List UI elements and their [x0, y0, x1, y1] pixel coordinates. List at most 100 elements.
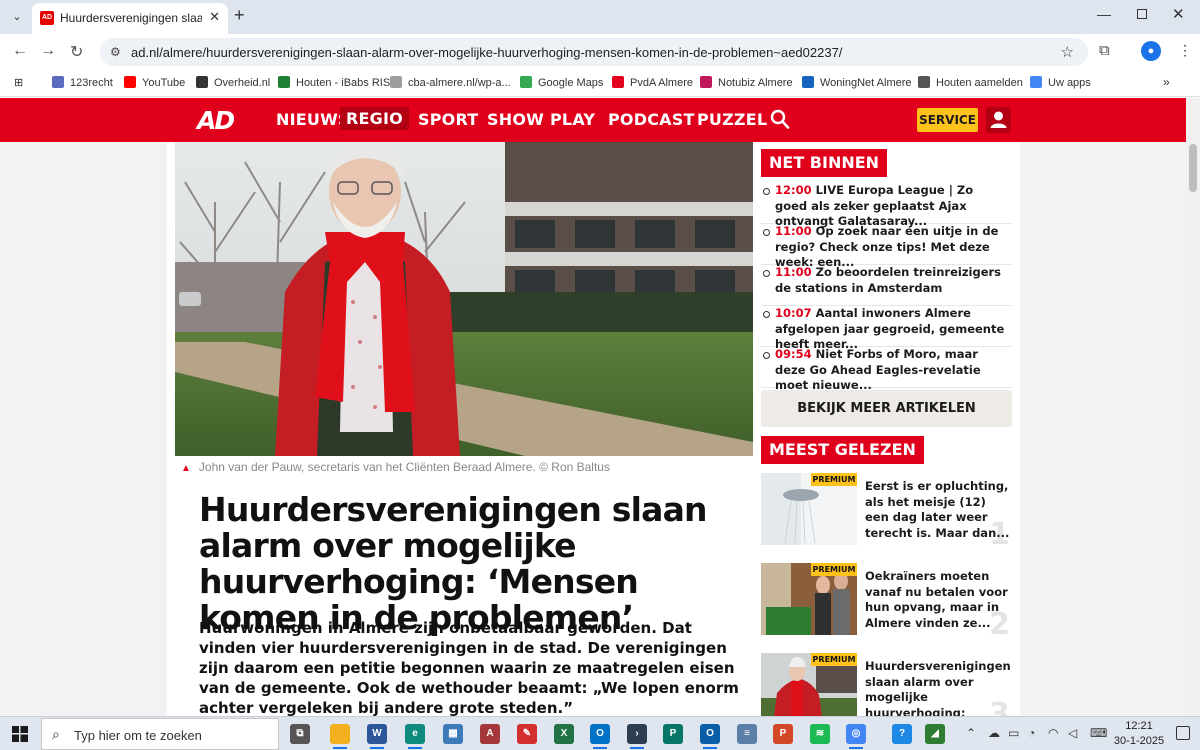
- browser-tab-bar: ⌄ AD Huurdersverenigingen slaan alarm ✕ …: [0, 0, 1200, 34]
- bookmark-star-icon[interactable]: ☆: [1061, 43, 1074, 61]
- clock-date[interactable]: 30-1-2025: [1112, 735, 1166, 747]
- spotify-icon[interactable]: ≋: [810, 724, 830, 744]
- profile-icon[interactable]: ●: [1141, 41, 1161, 61]
- close-tab-icon[interactable]: ✕: [209, 9, 220, 25]
- bookmark-item[interactable]: Google Maps: [520, 76, 603, 89]
- scrollbar-thumb[interactable]: [1189, 144, 1197, 192]
- powershell-icon[interactable]: ›: [627, 724, 647, 744]
- most-read-title[interactable]: Eerst is er opluchting, als het meisje (…: [865, 479, 1011, 541]
- news-list-item[interactable]: 09:54 Niet Forbs of Moro, maar deze Go Ah…: [761, 347, 1012, 392]
- nav-item-show[interactable]: SHOW: [487, 110, 544, 129]
- chrome-icon[interactable]: ◎: [846, 724, 866, 744]
- tray-cloud-icon[interactable]: ☁: [988, 726, 1000, 740]
- most-read-item[interactable]: PREMIUM 2 Oekraïners moeten vanaf nu betal…: [761, 563, 1012, 647]
- news-list-item[interactable]: 10:07 Aantal inwoners Almere afgelopen ja…: [761, 306, 1012, 351]
- reload-icon[interactable]: ↻: [70, 42, 83, 62]
- running-indicator: [333, 747, 347, 749]
- bookmark-item[interactable]: WoningNet Almere: [802, 76, 912, 89]
- search-icon[interactable]: [770, 108, 790, 130]
- chart-app-icon[interactable]: ◢: [925, 724, 945, 744]
- site-info-icon[interactable]: ⚙: [110, 45, 121, 59]
- bookmark-item[interactable]: YouTube: [124, 76, 185, 89]
- notepad-icon[interactable]: ≡: [737, 724, 757, 744]
- bookmark-item[interactable]: Overheid.nl: [196, 76, 270, 89]
- tray-display-icon[interactable]: ▭: [1008, 726, 1019, 740]
- more-articles-button[interactable]: BEKIJK MEER ARTIKELEN: [761, 390, 1012, 427]
- back-icon[interactable]: ←: [12, 42, 28, 60]
- forward-icon[interactable]: →: [40, 42, 56, 60]
- bookmark-item[interactable]: Notubiz Almere: [700, 76, 793, 89]
- edge-icon[interactable]: e: [405, 724, 425, 744]
- service-button[interactable]: SERVICE: [917, 108, 978, 132]
- url-text[interactable]: ad.nl/almere/huurdersverenigingen-slaan-…: [131, 45, 842, 60]
- outlook2-icon[interactable]: O: [700, 724, 720, 744]
- bookmark-item[interactable]: 123recht: [52, 76, 113, 89]
- news-list-item[interactable]: 11:00 Op zoek naar een uitje in de regio?…: [761, 224, 1012, 269]
- publisher-icon[interactable]: P: [663, 724, 683, 744]
- notifications-icon[interactable]: [1176, 726, 1190, 740]
- powerpoint-icon[interactable]: P: [773, 724, 793, 744]
- bookmark-item[interactable]: PvdA Almere: [612, 76, 693, 89]
- excel-icon[interactable]: X: [554, 724, 574, 744]
- nav-item-play[interactable]: PLAY: [550, 110, 595, 129]
- page-scrollbar[interactable]: [1186, 98, 1200, 716]
- task-view-icon[interactable]: ⧉: [290, 724, 310, 744]
- most-read-thumbnail[interactable]: PREMIUM: [761, 563, 857, 635]
- bookmark-item[interactable]: Houten aamelden: [918, 76, 1023, 89]
- bookmark-label: Google Maps: [538, 77, 604, 89]
- address-bar[interactable]: ⚙ ad.nl/almere/huurdersverenigingen-slaa…: [100, 38, 1088, 66]
- bookmark-item[interactable]: cba-almere.nl/wp-a...: [390, 76, 511, 89]
- word-icon[interactable]: W: [367, 724, 387, 744]
- tray-up-arrow-icon[interactable]: ⌃: [966, 726, 976, 740]
- apps-grid-icon[interactable]: ⊞: [14, 76, 23, 89]
- calendar-icon: [52, 76, 64, 88]
- news-list-item[interactable]: 11:00 Zo beoordelen treinreizigers de sta…: [761, 265, 1012, 306]
- acrobat-icon[interactable]: ✎: [517, 724, 537, 744]
- most-read-title[interactable]: Huurdersverenigingen slaan alarm over mo…: [865, 659, 1011, 716]
- nav-item-regio[interactable]: REGIO: [340, 107, 409, 130]
- store-icon[interactable]: ▦: [443, 724, 463, 744]
- bookmark-item[interactable]: Uw apps: [1030, 76, 1091, 89]
- maximize-icon[interactable]: [1137, 9, 1147, 19]
- news-list-item[interactable]: 12:00 LIVE Europa League | Zo goed als ze…: [761, 183, 1012, 228]
- most-read-title[interactable]: Oekraïners moeten vanaf nu betalen voor …: [865, 569, 1011, 631]
- account-icon[interactable]: [986, 107, 1011, 133]
- ibabs-icon: [278, 76, 290, 88]
- bookmark-label: PvdA Almere: [630, 77, 693, 89]
- tray-wifi-icon[interactable]: ◠: [1048, 726, 1058, 740]
- most-read-item[interactable]: PREMIUM 3 Huurdersverenigingen slaan alarm…: [761, 653, 1012, 716]
- nav-item-podcast[interactable]: PODCAST: [608, 110, 695, 129]
- access-icon[interactable]: A: [480, 724, 500, 744]
- extensions-icon[interactable]: ⧉: [1099, 42, 1110, 59]
- tray-volume-icon[interactable]: ◁: [1068, 726, 1077, 740]
- windows-start-icon[interactable]: [12, 726, 28, 742]
- nav-item-sport[interactable]: SPORT: [418, 110, 478, 129]
- outlook-icon[interactable]: O: [590, 724, 610, 744]
- file-explorer-icon[interactable]: [330, 724, 350, 744]
- sidebar: NET BINNEN 12:00 LIVE Europa League | Zo …: [761, 142, 1012, 716]
- maps-pin-icon: [520, 76, 532, 88]
- menu-icon[interactable]: ⋮: [1178, 42, 1192, 59]
- most-read-item[interactable]: PREMIUM 1 Eerst is er opluchting, als het …: [761, 473, 1012, 557]
- bullet-icon: [763, 229, 770, 236]
- window-close-icon[interactable]: ✕: [1172, 5, 1185, 23]
- most-read-thumbnail[interactable]: PREMIUM: [761, 473, 857, 545]
- nav-item-nieuws[interactable]: NIEUWS: [276, 110, 350, 129]
- new-tab-icon[interactable]: +: [234, 5, 245, 26]
- tray-network-icon[interactable]: ◔: [1028, 726, 1035, 740]
- article-hero-image[interactable]: [175, 142, 753, 456]
- help-icon[interactable]: ?: [892, 724, 912, 744]
- ad-logo[interactable]: AD: [197, 106, 235, 135]
- bookmark-item[interactable]: Houten - iBabs RIS: [278, 76, 390, 89]
- clock-time[interactable]: 12:21: [1112, 720, 1166, 732]
- minimize-icon[interactable]: —: [1097, 6, 1111, 22]
- most-read-thumbnail[interactable]: PREMIUM: [761, 653, 857, 716]
- net-binnen-label: NET BINNEN: [761, 149, 888, 177]
- nav-item-puzzel[interactable]: PUZZEL: [697, 110, 767, 129]
- taskbar-search-box[interactable]: ⌕ Typ hier om te zoeken: [41, 718, 279, 750]
- tray-keyboard-icon[interactable]: ⌨: [1090, 726, 1107, 740]
- running-indicator: [370, 747, 384, 749]
- tab-search-icon[interactable]: ⌄: [6, 6, 28, 28]
- browser-tab[interactable]: AD Huurdersverenigingen slaan alarm ✕: [32, 3, 228, 34]
- bookmarks-more-icon[interactable]: »: [1163, 75, 1170, 89]
